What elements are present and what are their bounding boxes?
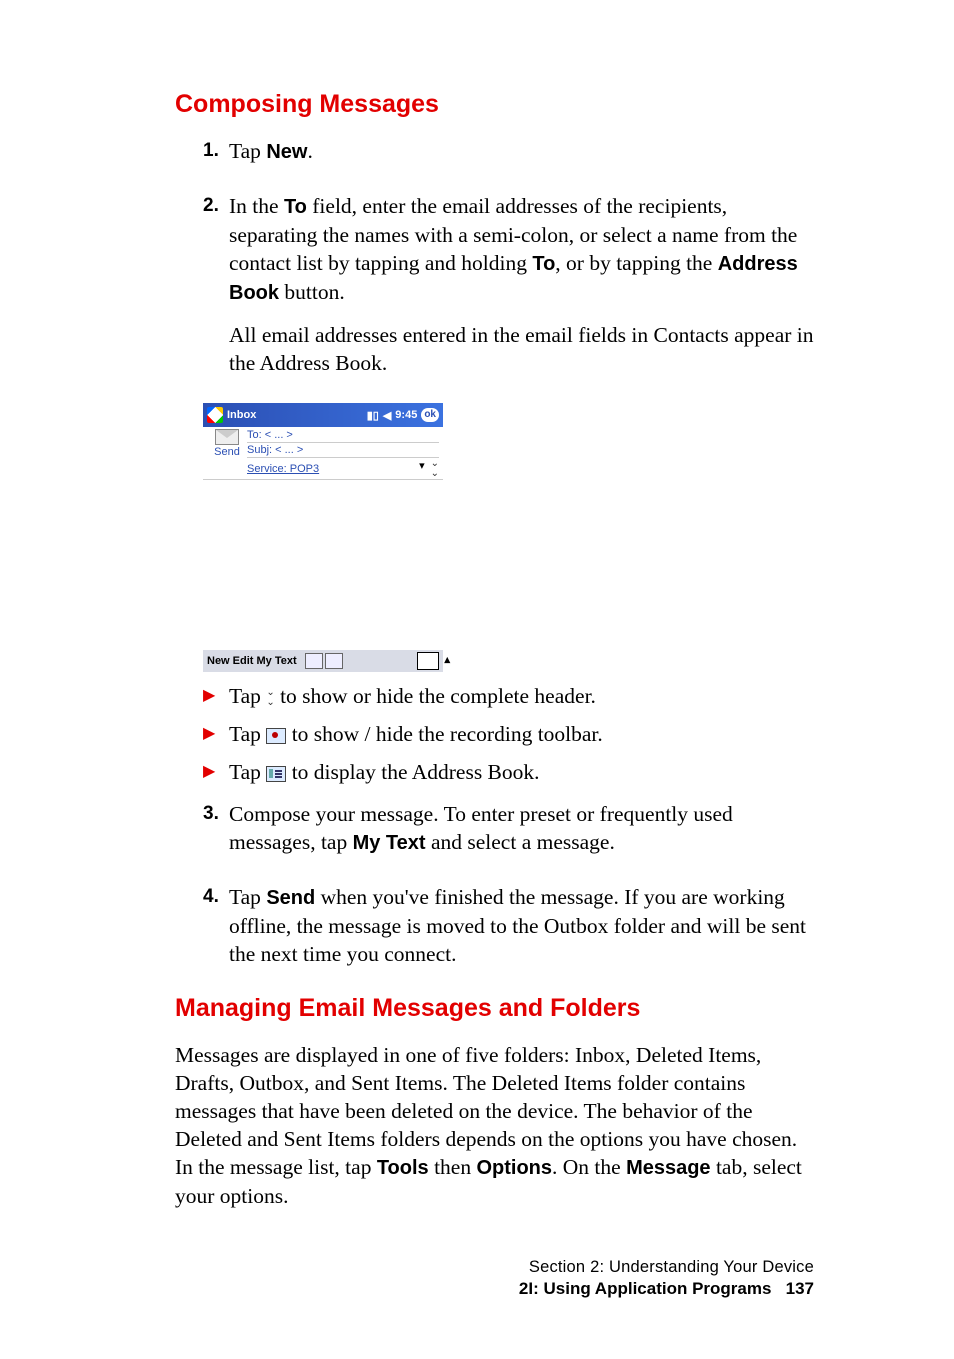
bullet-1: ▶ Tap ⌄⌄ to show or hide the complete he…: [203, 682, 814, 710]
signal-icon: ▮▯: [367, 409, 379, 422]
device-screenshot: Inbox ▮▯ ◀ 9:45 ok Send To: < ... >: [203, 403, 814, 672]
step-1-pre: Tap: [229, 139, 266, 163]
bullet-marker-icon: ▶: [203, 758, 229, 786]
step-1: 1. Tap New.: [203, 137, 814, 180]
titlebar-time: 9:45: [395, 409, 417, 421]
step-3-text: Compose your message. To enter preset or…: [229, 800, 814, 857]
step-4-a: Tap: [229, 885, 266, 909]
record-icon[interactable]: [325, 653, 343, 669]
heading-managing: Managing Email Messages and Folders: [175, 994, 814, 1023]
bullet-1-b: to show or hide the complete header.: [275, 684, 596, 708]
bullet-marker-icon: ▶: [203, 682, 229, 710]
send-button[interactable]: Send: [214, 446, 240, 458]
recording-inline-icon: [266, 728, 286, 744]
service-dropdown-icon[interactable]: ▾: [419, 459, 425, 479]
service-field[interactable]: Service: POP3: [247, 463, 419, 475]
step-1-bold: New: [266, 141, 307, 163]
double-chevron-inline-icon: ⌄⌄: [266, 688, 274, 708]
step-2-p1-b2: To: [532, 253, 555, 275]
step-2-p1-a: In the: [229, 194, 284, 218]
step-4-text: Tap Send when you've finished the messag…: [229, 883, 814, 968]
step-3-number: 3.: [203, 800, 229, 871]
para2-c: . On the: [552, 1155, 626, 1179]
para2-b2: Options: [476, 1157, 552, 1179]
bullet-2: ▶ Tap to show / hide the recording toolb…: [203, 720, 814, 748]
envelope-icon[interactable]: [215, 429, 239, 445]
step-2-p1-d: button.: [279, 280, 345, 304]
heading-composing: Composing Messages: [175, 90, 814, 119]
para2-b: then: [429, 1155, 477, 1179]
step-3-b: My Text: [353, 832, 426, 854]
bullet-marker-icon: ▶: [203, 720, 229, 748]
step-4: 4. Tap Send when you've finished the mes…: [203, 883, 814, 982]
menu-items[interactable]: New Edit My Text: [207, 655, 297, 667]
step-4-number: 4.: [203, 883, 229, 982]
para2-b1: Tools: [377, 1157, 429, 1179]
to-field[interactable]: To: < ... >: [247, 428, 439, 443]
bullet-2-a: Tap: [229, 722, 266, 746]
double-chevron-icon[interactable]: ⌄⌄: [431, 459, 439, 479]
ok-button[interactable]: ok: [421, 408, 439, 422]
message-body[interactable]: [203, 480, 443, 650]
managing-paragraph: Messages are displayed in one of five fo…: [175, 1041, 814, 1210]
footer-page-number: 137: [786, 1279, 814, 1298]
step-3: 3. Compose your message. To enter preset…: [203, 800, 814, 871]
bullet-3-b: to display the Address Book.: [286, 760, 539, 784]
step-4-b: Send: [266, 887, 315, 909]
footer-section: Section 2: Understanding Your Device: [175, 1258, 814, 1277]
bullet-2-b: to show / hide the recording toolbar.: [286, 722, 602, 746]
step-1-post: .: [307, 139, 312, 163]
step-1-text: Tap New.: [229, 137, 814, 166]
bullet-3-a: Tap: [229, 760, 266, 784]
titlebar-title: Inbox: [227, 409, 256, 421]
step-1-number: 1.: [203, 137, 229, 180]
speaker-icon: ◀: [383, 409, 391, 422]
step-2-number: 2.: [203, 192, 229, 391]
footer-chapter: 2I: Using Application Programs: [519, 1279, 772, 1298]
address-book-inline-icon: [266, 766, 286, 782]
subj-field[interactable]: Subj: < ... >: [247, 443, 439, 458]
step-2-p1-b1: To: [284, 196, 307, 218]
step-4-c: when you've finished the message. If you…: [229, 885, 806, 966]
keyboard-icon[interactable]: [417, 652, 439, 670]
titlebar: Inbox ▮▯ ◀ 9:45 ok: [203, 403, 443, 427]
address-book-icon[interactable]: [305, 653, 323, 669]
step-2: 2. In the To field, enter the email addr…: [203, 192, 814, 391]
step-2-p2: All email addresses entered in the email…: [229, 321, 814, 377]
para2-b3: Message: [626, 1157, 711, 1179]
step-2-p1: In the To field, enter the email address…: [229, 192, 814, 307]
step-2-p1-c: , or by tapping the: [555, 251, 717, 275]
bullet-1-a: Tap: [229, 684, 266, 708]
start-icon[interactable]: [207, 407, 223, 423]
page-footer: Section 2: Understanding Your Device 2I:…: [175, 1258, 814, 1299]
step-3-c: and select a message.: [426, 830, 615, 854]
bullet-3: ▶ Tap to display the Address Book.: [203, 758, 814, 786]
